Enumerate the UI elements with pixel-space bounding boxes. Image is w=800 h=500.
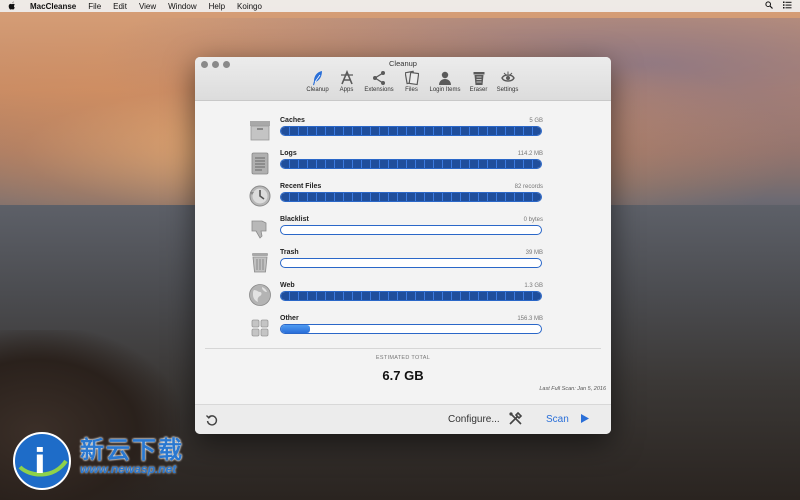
category-recent-files[interactable]: Recent Files 82 records bbox=[248, 183, 548, 211]
cleanup-panel: Caches 5 GB Logs 114.2 MB Recent Files 8… bbox=[195, 101, 611, 404]
toolbar: Cleanup Apps Extensions Files Login Item… bbox=[303, 69, 522, 93]
spotlight-search-icon[interactable] bbox=[765, 1, 773, 11]
progress-fill bbox=[281, 193, 541, 201]
toolbar-files[interactable]: Files bbox=[397, 70, 426, 93]
category-name: Blacklist bbox=[280, 216, 309, 223]
trash-can-icon bbox=[248, 250, 272, 274]
apple-menu-icon[interactable] bbox=[8, 0, 18, 12]
menu-edit[interactable]: Edit bbox=[113, 2, 127, 11]
apps-icon bbox=[340, 69, 354, 86]
toolbar-login-items[interactable]: Login Items bbox=[426, 70, 464, 93]
title-bar[interactable]: Cleanup Cleanup Apps Extensions Files Lo… bbox=[195, 57, 611, 101]
thumbs-down-icon bbox=[248, 217, 272, 241]
progress-bar bbox=[280, 225, 542, 235]
watermark-logo: i bbox=[10, 427, 78, 495]
category-size: 114.2 MB bbox=[517, 151, 543, 157]
category-name: Recent Files bbox=[280, 183, 322, 190]
progress-fill bbox=[281, 127, 541, 135]
play-icon[interactable] bbox=[580, 413, 590, 427]
grid-icon bbox=[248, 316, 272, 340]
category-size: 39 MB bbox=[525, 250, 543, 256]
toolbar-settings[interactable]: Settings bbox=[493, 70, 522, 93]
files-icon bbox=[403, 70, 419, 86]
progress-bar bbox=[280, 324, 542, 334]
toolbar-label: Cleanup bbox=[306, 87, 329, 93]
document-icon bbox=[248, 151, 272, 175]
scan-button[interactable]: Scan bbox=[546, 414, 569, 425]
toolbar-apps[interactable]: Apps bbox=[332, 69, 361, 93]
toolbar-label: Apps bbox=[339, 87, 354, 93]
box-icon bbox=[248, 118, 272, 142]
progress-bar bbox=[280, 291, 542, 301]
toolbar-eraser[interactable]: Eraser bbox=[464, 70, 493, 93]
toolbar-label: Login Items bbox=[429, 87, 461, 93]
menu-file[interactable]: File bbox=[88, 2, 101, 11]
category-size: 5 GB bbox=[529, 118, 543, 124]
progress-bar bbox=[280, 258, 542, 268]
app-window: Cleanup Cleanup Apps Extensions Files Lo… bbox=[195, 57, 611, 434]
menubar: MacCleanse File Edit View Window Help Ko… bbox=[0, 0, 800, 12]
trash-icon bbox=[472, 70, 486, 86]
category-name: Other bbox=[280, 315, 299, 322]
category-name: Web bbox=[280, 282, 295, 289]
last-full-scan: Last Full Scan: Jan 5, 2016 bbox=[539, 386, 606, 392]
category-caches[interactable]: Caches 5 GB bbox=[248, 117, 548, 145]
category-size: 1.3 GB bbox=[524, 283, 543, 289]
user-icon bbox=[438, 70, 452, 86]
category-logs[interactable]: Logs 114.2 MB bbox=[248, 150, 548, 178]
configure-button[interactable]: Configure... bbox=[448, 414, 500, 425]
menu-view[interactable]: View bbox=[139, 2, 156, 11]
toolbar-cleanup[interactable]: Cleanup bbox=[303, 70, 332, 93]
estimated-total-value: 6.7 GB bbox=[382, 368, 424, 383]
refresh-icon[interactable] bbox=[205, 413, 219, 427]
clock-icon bbox=[248, 184, 272, 208]
category-web[interactable]: Web 1.3 GB bbox=[248, 282, 548, 310]
progress-fill bbox=[281, 325, 310, 333]
divider bbox=[205, 348, 601, 349]
toolbar-extensions[interactable]: Extensions bbox=[361, 70, 397, 93]
progress-bar bbox=[280, 192, 542, 202]
toolbar-label: Eraser bbox=[469, 87, 488, 93]
menu-help[interactable]: Help bbox=[209, 2, 225, 11]
notification-center-icon[interactable] bbox=[783, 1, 792, 11]
svg-text:i: i bbox=[34, 442, 46, 482]
footer-bar: Configure... Scan bbox=[195, 404, 611, 434]
progress-bar bbox=[280, 126, 542, 136]
toolbar-label: Files bbox=[405, 87, 418, 93]
menu-app-name[interactable]: MacCleanse bbox=[30, 2, 76, 11]
category-trash[interactable]: Trash 39 MB bbox=[248, 249, 548, 277]
toolbar-label: Settings bbox=[496, 87, 519, 93]
window-title: Cleanup bbox=[389, 59, 417, 68]
estimated-total-label: ESTIMATED TOTAL bbox=[375, 355, 431, 361]
globe-icon bbox=[248, 283, 272, 307]
menu-window[interactable]: Window bbox=[168, 2, 196, 11]
category-name: Caches bbox=[280, 117, 305, 124]
menu-koingo[interactable]: Koingo bbox=[237, 2, 262, 11]
category-name: Logs bbox=[280, 150, 297, 157]
progress-fill bbox=[281, 292, 541, 300]
feather-icon bbox=[311, 70, 325, 86]
category-size: 0 bytes bbox=[523, 217, 543, 223]
category-size: 156.3 MB bbox=[517, 316, 543, 322]
category-name: Trash bbox=[280, 249, 299, 256]
share-icon bbox=[372, 70, 386, 86]
progress-bar bbox=[280, 159, 542, 169]
category-other[interactable]: Other 156.3 MB bbox=[248, 315, 548, 343]
watermark-url: www.newasp.net bbox=[80, 462, 177, 476]
eye-icon bbox=[500, 70, 515, 86]
watermark-name: 新云下载 bbox=[80, 436, 184, 464]
category-blacklist[interactable]: Blacklist 0 bytes bbox=[248, 216, 548, 244]
category-size: 82 records bbox=[514, 184, 543, 190]
progress-fill bbox=[281, 160, 541, 168]
menubar-extras bbox=[765, 0, 792, 12]
toolbar-label: Extensions bbox=[364, 87, 394, 93]
tools-icon[interactable] bbox=[508, 411, 523, 429]
